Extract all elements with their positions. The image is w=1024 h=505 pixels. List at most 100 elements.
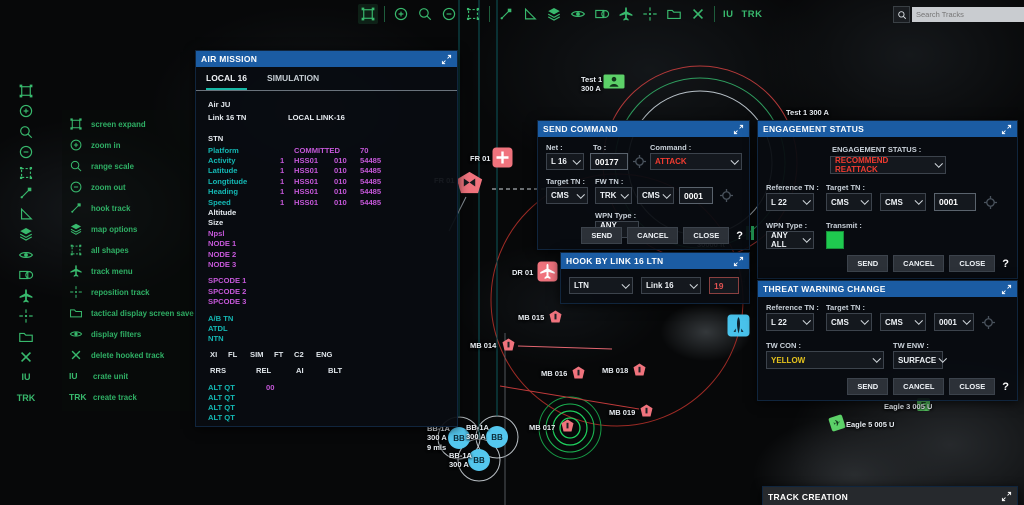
strip-iu-button[interactable]: IU xyxy=(16,369,36,386)
track-creation-header[interactable]: TRACK CREATION xyxy=(763,487,1017,505)
hook-ltn-input[interactable] xyxy=(709,277,739,294)
toolbar-crosshair-button[interactable] xyxy=(640,4,660,24)
strip-shapes-button[interactable] xyxy=(16,267,36,284)
air-mission-header[interactable]: AIR MISSION xyxy=(196,51,457,67)
expand-icon[interactable] xyxy=(1001,124,1012,135)
toolbar-hook-track-button[interactable] xyxy=(496,4,516,24)
sidebar-item-all-shapes[interactable]: all shapes xyxy=(62,240,194,260)
expand-icon[interactable] xyxy=(441,54,452,65)
cancel-button[interactable]: CANCEL xyxy=(893,255,944,272)
cancel-button[interactable]: CANCEL xyxy=(627,227,678,244)
tab-simulation[interactable]: SIMULATION xyxy=(267,73,319,90)
expand-icon[interactable] xyxy=(733,256,744,267)
strip-hook-track-button[interactable] xyxy=(16,185,36,202)
toolbar-zoom-in-button[interactable] xyxy=(391,4,411,24)
target-tn-select-1[interactable]: CMS xyxy=(826,193,872,211)
strip-folder-button[interactable] xyxy=(16,328,36,345)
sidebar-item-range-scale[interactable]: range scale xyxy=(62,156,194,176)
strip-plane-button[interactable] xyxy=(16,287,36,304)
close-button[interactable]: CLOSE xyxy=(683,227,729,244)
strip-triangle-ruler-button[interactable] xyxy=(16,205,36,222)
strip-screen-expand-button[interactable] xyxy=(16,82,36,99)
help-button[interactable]: ? xyxy=(1002,258,1009,270)
reference-tn-select[interactable]: L 22 xyxy=(766,313,814,331)
expand-icon[interactable] xyxy=(733,124,744,135)
strip-layers-button[interactable] xyxy=(16,226,36,243)
strip-all-shapes-button[interactable] xyxy=(16,164,36,181)
toolbar-triangle-ruler-button[interactable] xyxy=(520,4,540,24)
net-select[interactable]: L 16 xyxy=(546,153,584,170)
sidebar-item-display-filters[interactable]: display filters xyxy=(62,324,194,344)
strip-range-scale-button[interactable] xyxy=(16,123,36,140)
target-picker-icon[interactable] xyxy=(720,189,733,202)
strip-trk-button[interactable]: TRK xyxy=(16,390,36,407)
target-tn-number-select[interactable]: 0001 xyxy=(934,313,974,331)
toolbar-plane-button[interactable] xyxy=(616,4,636,24)
toolbar-shapes-button[interactable] xyxy=(592,4,612,24)
expand-icon[interactable] xyxy=(1001,284,1012,295)
send-button[interactable]: SEND xyxy=(847,378,888,395)
target-tn-select-2[interactable]: CMS xyxy=(880,313,926,331)
close-button[interactable]: CLOSE xyxy=(949,378,995,395)
toolbar-close-x-button[interactable] xyxy=(688,4,708,24)
cancel-button[interactable]: CANCEL xyxy=(893,378,944,395)
send-button[interactable]: SEND xyxy=(581,227,622,244)
tw-enw-select[interactable]: SURFACE xyxy=(893,351,943,369)
send-command-header[interactable]: SEND COMMAND xyxy=(538,121,749,137)
toolbar-eye-button[interactable] xyxy=(568,4,588,24)
hook-link-select[interactable]: Link 16 xyxy=(641,277,701,294)
sidebar-item-delete-hooked-track[interactable]: delete hooked track xyxy=(62,345,194,365)
help-button[interactable]: ? xyxy=(1002,381,1009,393)
search-input[interactable] xyxy=(912,7,1024,22)
engagement-status-select[interactable]: RECOMMEND REATTACK xyxy=(830,156,946,174)
close-button[interactable]: CLOSE xyxy=(949,255,995,272)
strip-zoom-out-button[interactable] xyxy=(16,144,36,161)
toolbar-layers-button[interactable] xyxy=(544,4,564,24)
target-picker-icon[interactable] xyxy=(633,155,646,168)
help-button[interactable]: ? xyxy=(736,230,743,242)
wpn-type-select[interactable]: ANY ALL xyxy=(766,231,814,249)
toolbar-range-scale-button[interactable] xyxy=(415,4,435,24)
sidebar-item-reposition-track[interactable]: reposition track xyxy=(62,282,194,302)
sidebar-item-screen-expand[interactable]: screen expand xyxy=(62,114,194,134)
reference-tn-select[interactable]: L 22 xyxy=(766,193,814,211)
hook-by-header[interactable]: HOOK BY LINK 16 LTN xyxy=(561,253,749,269)
target-tn-select-2[interactable]: CMS xyxy=(880,193,926,211)
toolbar-zoom-out-button[interactable] xyxy=(439,4,459,24)
tw-con-select[interactable]: YELLOW xyxy=(766,351,884,369)
strip-zoom-in-button[interactable] xyxy=(16,103,36,120)
fw-tn-cms-select[interactable]: CMS xyxy=(637,187,674,204)
toolbar-trk-button[interactable]: TRK xyxy=(740,9,765,20)
target-tn-select-1[interactable]: CMS xyxy=(826,313,872,331)
threat-warning-header[interactable]: THREAT WARNING CHANGE xyxy=(758,281,1017,297)
strip-eye-button[interactable] xyxy=(16,246,36,263)
toolbar-iu-button[interactable]: IU xyxy=(721,9,736,20)
target-tn-input[interactable] xyxy=(934,193,976,211)
sidebar-item-track-menu[interactable]: track menu xyxy=(62,261,194,281)
sidebar-item-crate-unit[interactable]: IUcrate unit xyxy=(62,366,194,386)
toolbar-folder-button[interactable] xyxy=(664,4,684,24)
sidebar-item-map-options[interactable]: map options xyxy=(62,219,194,239)
target-tn-select[interactable]: CMS xyxy=(546,187,588,204)
transmit-toggle[interactable] xyxy=(826,231,844,249)
engagement-status-header[interactable]: ENGAGEMENT STATUS xyxy=(758,121,1017,137)
sidebar-item-zoom-out[interactable]: zoom out xyxy=(62,177,194,197)
sidebar-item-zoom-in[interactable]: zoom in xyxy=(62,135,194,155)
target-picker-icon[interactable] xyxy=(982,316,995,329)
fw-tn-type-select[interactable]: TRK xyxy=(595,187,632,204)
hook-type-select[interactable]: LTN xyxy=(569,277,633,294)
toolbar-screen-expand-button[interactable] xyxy=(358,4,378,24)
expand-icon[interactable] xyxy=(1001,491,1012,502)
tab-local-16[interactable]: LOCAL 16 xyxy=(206,73,247,90)
sidebar-item-tactical-display-screen-save[interactable]: tactical display screen save xyxy=(62,303,194,323)
strip-close-x-button[interactable] xyxy=(16,349,36,366)
fw-tn-input[interactable] xyxy=(679,187,713,204)
to-input[interactable] xyxy=(590,153,628,170)
target-picker-icon[interactable] xyxy=(984,196,997,209)
toolbar-all-shapes-button[interactable] xyxy=(463,4,483,24)
strip-crosshair-button[interactable] xyxy=(16,308,36,325)
send-button[interactable]: SEND xyxy=(847,255,888,272)
command-select[interactable]: ATTACK xyxy=(650,153,742,170)
sidebar-item-create-track[interactable]: TRKcreate track xyxy=(62,387,194,407)
sidebar-item-hook-track[interactable]: hook track xyxy=(62,198,194,218)
